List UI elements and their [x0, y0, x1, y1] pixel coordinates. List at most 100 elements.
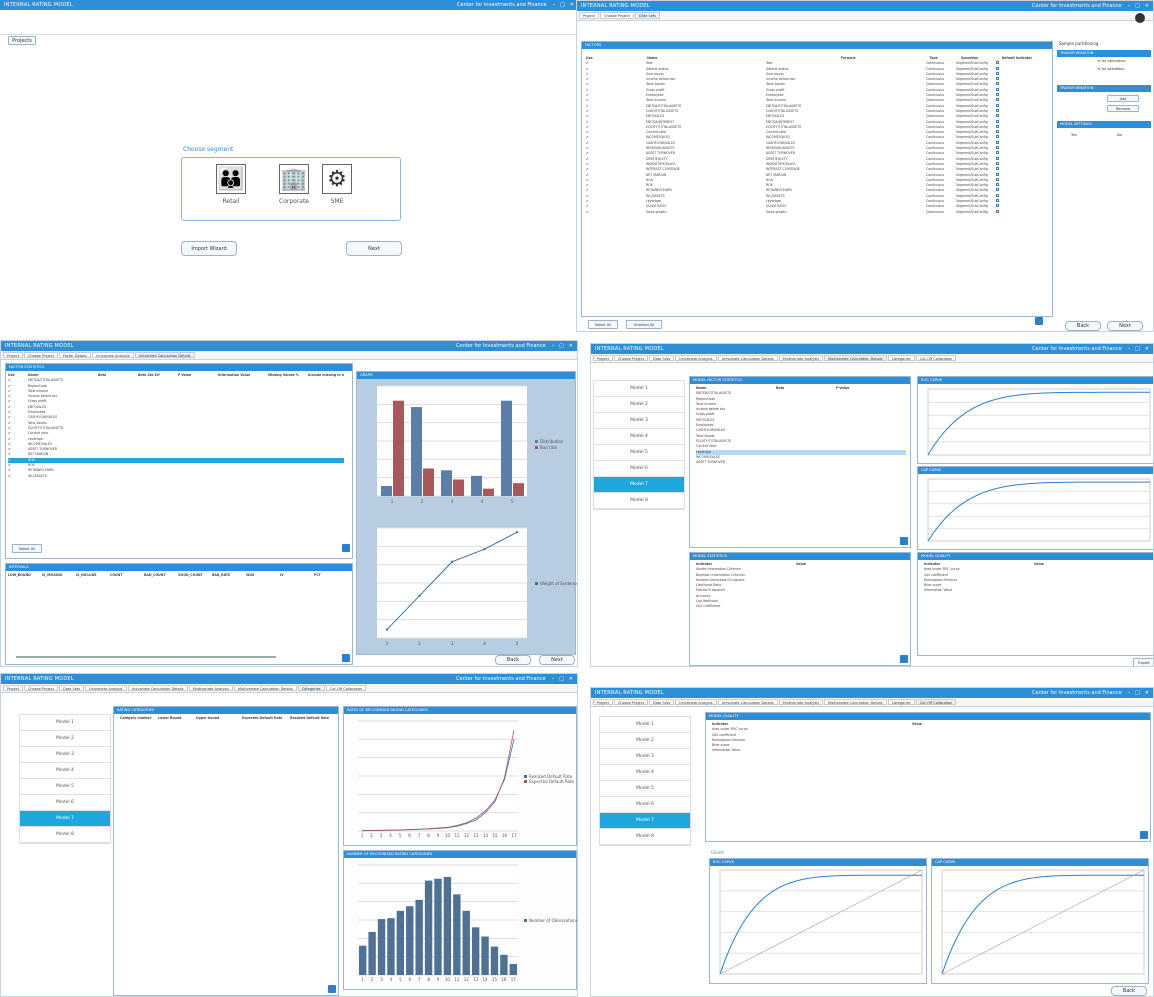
- use-checkbox[interactable]: ✔: [8, 437, 28, 441]
- use-checkbox[interactable]: ✔: [586, 178, 646, 182]
- model-item[interactable]: Model 8: [600, 829, 690, 845]
- use-checkbox[interactable]: ✔: [8, 431, 28, 435]
- default-indicator-checkbox[interactable]: [996, 151, 1036, 155]
- use-checkbox[interactable]: ✔: [586, 61, 646, 65]
- model-item[interactable]: Model 8: [594, 493, 684, 509]
- tab-item[interactable]: Categories: [887, 699, 915, 705]
- use-checkbox[interactable]: ✔: [586, 162, 646, 166]
- model-item[interactable]: Model 7: [594, 477, 684, 493]
- model-item[interactable]: Model 5: [20, 779, 110, 795]
- tab-item[interactable]: Multivariate Calculation Details: [823, 355, 887, 361]
- close-icon[interactable]: ✕: [1145, 690, 1149, 696]
- edit-icon[interactable]: [328, 985, 336, 993]
- tab-item[interactable]: Categories: [297, 685, 325, 691]
- use-checkbox[interactable]: ✔: [586, 173, 646, 177]
- tab-item[interactable]: Multivariate Analysis: [778, 355, 823, 361]
- use-checkbox[interactable]: ✔: [586, 67, 646, 71]
- default-indicator-checkbox[interactable]: [996, 98, 1036, 102]
- tab-item[interactable]: Choose Project: [23, 352, 58, 358]
- use-checkbox[interactable]: ✔: [8, 399, 28, 403]
- default-indicator-checkbox[interactable]: [996, 146, 1036, 150]
- tab-item[interactable]: Choose Project: [613, 699, 648, 705]
- use-checkbox[interactable]: ✔: [586, 130, 646, 134]
- add-button[interactable]: Add: [1107, 95, 1139, 102]
- use-checkbox[interactable]: ✔: [8, 442, 28, 446]
- use-checkbox[interactable]: ✔: [586, 88, 646, 92]
- tab-item[interactable]: Multivariate Analysis: [188, 685, 233, 691]
- default-indicator-checkbox[interactable]: [996, 130, 1036, 134]
- back-button[interactable]: Back: [495, 655, 531, 665]
- model-item[interactable]: Model 2: [20, 731, 110, 747]
- select-all-button[interactable]: Select All: [12, 544, 42, 553]
- use-checkbox[interactable]: ✔: [586, 120, 646, 124]
- projects-button[interactable]: Projects: [8, 36, 36, 45]
- default-indicator-checkbox[interactable]: [996, 124, 1036, 129]
- use-checkbox[interactable]: ✔: [586, 210, 646, 214]
- close-icon[interactable]: ✕: [570, 2, 574, 8]
- tab-item[interactable]: Multivariate Calculation Details: [823, 699, 887, 705]
- tab-item[interactable]: Categories: [887, 355, 915, 361]
- import-wizard-button[interactable]: Import Wizard: [181, 241, 237, 256]
- minimize-icon[interactable]: –: [552, 676, 555, 682]
- tab-item[interactable]: Data Sets: [649, 699, 675, 705]
- use-checkbox[interactable]: ✔: [586, 141, 646, 145]
- tab-project[interactable]: Project: [579, 12, 599, 19]
- use-checkbox[interactable]: ✔: [586, 104, 646, 108]
- model-item[interactable]: Model 3: [600, 749, 690, 765]
- radio-yes[interactable]: Yes: [1071, 133, 1077, 137]
- use-checkbox[interactable]: ✔: [8, 474, 28, 478]
- tab-item[interactable]: Choose Project: [613, 355, 648, 361]
- model-item[interactable]: Model 4: [20, 763, 110, 779]
- next-button[interactable]: Next: [1107, 321, 1143, 331]
- segment-corporate[interactable]: 🏢 Corporate: [272, 164, 316, 212]
- export-button[interactable]: Export: [1133, 658, 1153, 666]
- edit-icon[interactable]: [342, 654, 350, 662]
- model-item[interactable]: Model 6: [594, 461, 684, 477]
- use-checkbox[interactable]: ✔: [586, 93, 646, 97]
- close-icon[interactable]: ✕: [569, 676, 573, 682]
- minimize-icon[interactable]: –: [552, 343, 555, 349]
- default-indicator-checkbox[interactable]: [996, 177, 1036, 182]
- use-checkbox[interactable]: ✔: [586, 109, 646, 113]
- minimize-icon[interactable]: –: [1128, 690, 1131, 696]
- default-indicator-checkbox[interactable]: [996, 93, 1036, 97]
- back-button[interactable]: Back: [1111, 986, 1147, 996]
- default-indicator-checkbox[interactable]: [996, 77, 1036, 81]
- use-checkbox[interactable]: ✔: [8, 452, 28, 456]
- edit-icon[interactable]: [342, 544, 350, 552]
- default-indicator-checkbox[interactable]: [996, 87, 1036, 92]
- model-item[interactable]: Model 3: [594, 413, 684, 429]
- edit-icon[interactable]: [1140, 831, 1148, 839]
- tab-item[interactable]: Multivariate Analysis: [778, 699, 823, 705]
- use-checkbox[interactable]: ✔: [586, 151, 646, 155]
- default-indicator-checkbox[interactable]: [996, 135, 1036, 139]
- back-button[interactable]: Back: [1065, 321, 1101, 331]
- tab-item[interactable]: Univariate Calculation Details: [717, 355, 778, 361]
- tab-item[interactable]: Cut-Off Calibration: [325, 685, 367, 691]
- use-checkbox[interactable]: ✔: [8, 410, 28, 414]
- default-indicator-checkbox[interactable]: [996, 188, 1036, 192]
- use-checkbox[interactable]: ✔: [586, 98, 646, 102]
- default-indicator-checkbox[interactable]: [996, 199, 1036, 203]
- use-checkbox[interactable]: ✔: [586, 157, 646, 161]
- use-checkbox[interactable]: ✔: [8, 421, 28, 425]
- use-checkbox[interactable]: ✔: [8, 458, 28, 462]
- default-indicator-checkbox[interactable]: [996, 167, 1036, 171]
- default-indicator-checkbox[interactable]: [996, 61, 1036, 65]
- use-checkbox[interactable]: ✔: [8, 415, 28, 419]
- use-checkbox[interactable]: ✔: [586, 125, 646, 129]
- default-indicator-checkbox[interactable]: [996, 140, 1036, 145]
- default-indicator-checkbox[interactable]: [996, 66, 1036, 71]
- use-checkbox[interactable]: ✔: [8, 394, 28, 398]
- model-item[interactable]: Model 7: [600, 813, 690, 829]
- default-indicator-checkbox[interactable]: [996, 108, 1036, 113]
- use-checkbox[interactable]: ✔: [586, 204, 646, 208]
- model-item[interactable]: Model 4: [600, 765, 690, 781]
- tab-item[interactable]: Univariate Calculation Details: [717, 699, 778, 705]
- use-checkbox[interactable]: ✔: [586, 82, 646, 86]
- tab-item[interactable]: Cut-Off Calibration: [915, 699, 957, 705]
- wrench-icon[interactable]: [1135, 13, 1145, 23]
- tab-item[interactable]: Data Sets: [59, 685, 85, 691]
- tab-item[interactable]: Factor Details: [59, 352, 91, 358]
- default-indicator-checkbox[interactable]: [996, 204, 1036, 208]
